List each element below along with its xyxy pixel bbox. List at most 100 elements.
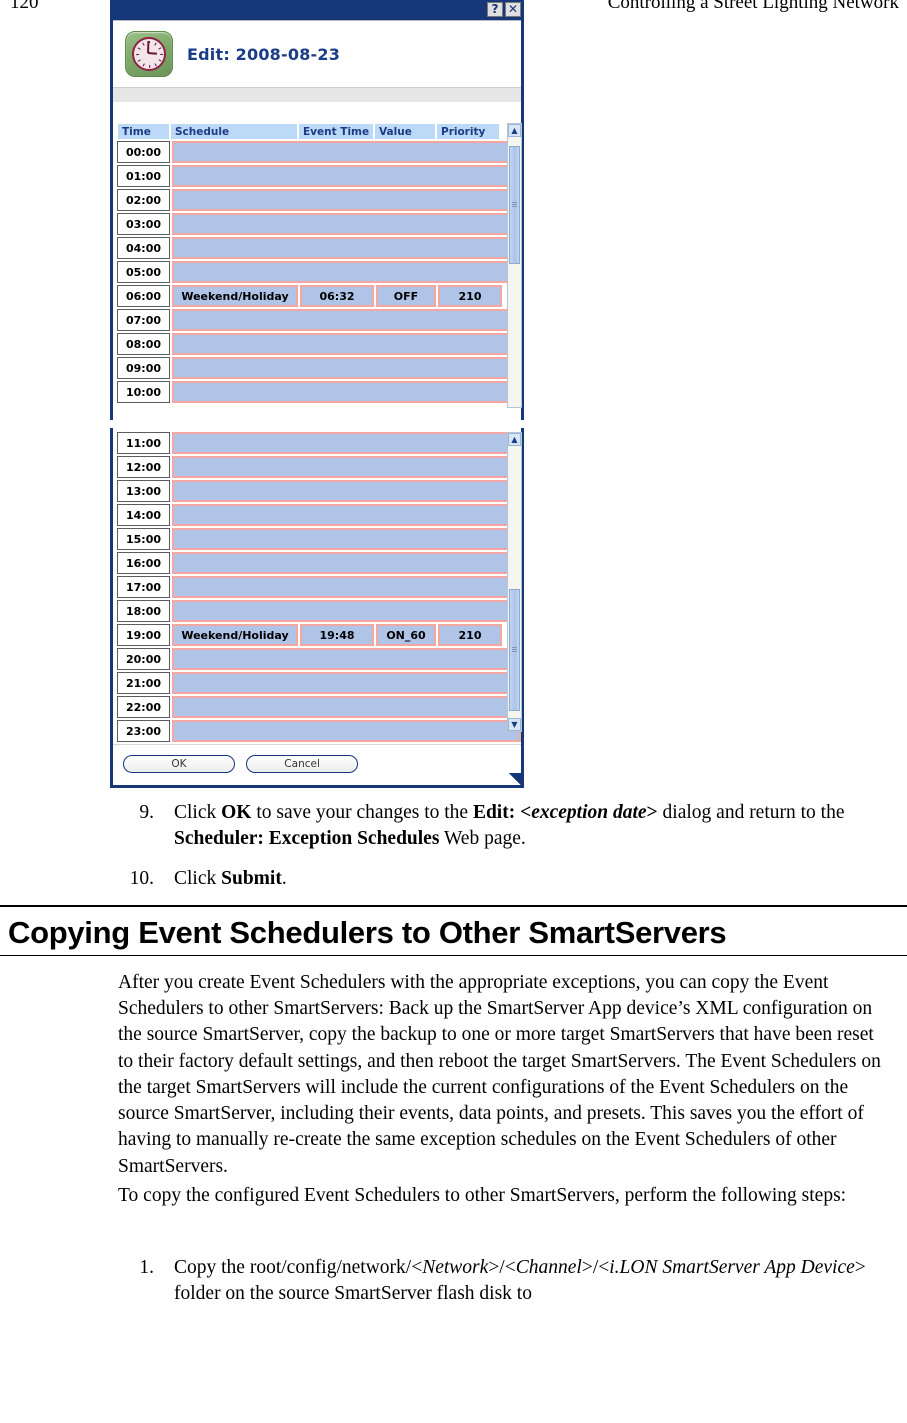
cell-empty[interactable] (172, 261, 521, 283)
table-row[interactable]: 08:00 (117, 333, 521, 355)
cell-empty[interactable] (172, 189, 521, 211)
column-header-event-time[interactable]: Event Time (298, 123, 374, 140)
cell-event-time[interactable]: 19:48 (300, 624, 374, 646)
text-bold: > (646, 802, 663, 823)
column-header-value[interactable]: Value (374, 123, 436, 140)
column-header-time[interactable]: Time (117, 123, 170, 140)
cell-empty[interactable] (172, 504, 521, 526)
page-title: Edit: 2008-08-23 (187, 44, 341, 64)
cell-empty[interactable] (172, 141, 521, 163)
cell-schedule[interactable]: Weekend/Holiday (172, 624, 298, 646)
cell-empty[interactable] (172, 552, 521, 574)
cell-time: 13:00 (117, 480, 170, 502)
clock-tick-marks (134, 39, 164, 69)
scrollbar-thumb[interactable] (509, 146, 520, 264)
schedule-grid-bottom: 11:00 12:00 13:00 14:00 15:00 16:00 17:00 18:00… (117, 432, 522, 742)
list-item-text: Click OK to save your changes to the Edi… (174, 800, 890, 852)
table-row[interactable]: 23:00 (117, 720, 521, 742)
cancel-button[interactable]: Cancel (246, 755, 359, 773)
dialog-button-bar: OK Cancel (113, 744, 521, 785)
text-italic: i.LON SmartServer App Device (609, 1257, 855, 1278)
cell-priority[interactable]: 210 (438, 624, 502, 646)
cell-empty[interactable] (172, 432, 521, 454)
cell-empty[interactable] (172, 528, 521, 550)
vertical-scrollbar-top[interactable]: ▲ (507, 123, 522, 408)
table-row[interactable]: 09:00 (117, 357, 521, 379)
cell-empty[interactable] (172, 720, 521, 742)
clock-icon (125, 31, 173, 77)
table-row[interactable]: 00:00 (117, 141, 521, 163)
table-row[interactable]: 15:00 (117, 528, 521, 550)
table-row[interactable]: 10:00 (117, 381, 521, 403)
table-row[interactable]: 16:00 (117, 552, 521, 574)
scroll-down-button[interactable]: ▼ (508, 718, 521, 731)
cell-empty[interactable] (172, 381, 521, 403)
table-row[interactable]: 06:00 Weekend/Holiday 06:32 OFF 210 (117, 285, 521, 307)
table-row[interactable]: 02:00 (117, 189, 521, 211)
scrollbar-thumb-bottom[interactable] (509, 589, 520, 711)
cell-schedule[interactable]: Weekend/Holiday (172, 285, 298, 307)
table-row[interactable]: 20:00 (117, 648, 521, 670)
dialog-header: Edit: 2008-08-23 (113, 20, 521, 87)
cell-time: 10:00 (117, 381, 170, 403)
column-header-priority[interactable]: Priority (436, 123, 500, 140)
table-row[interactable]: 21:00 (117, 672, 521, 694)
cell-empty[interactable] (172, 648, 521, 670)
ok-button[interactable]: OK (123, 755, 235, 773)
scroll-up-button[interactable]: ▲ (508, 124, 521, 137)
cell-time: 08:00 (117, 333, 170, 355)
table-row[interactable]: 14:00 (117, 504, 521, 526)
scroll-up-button-bottom[interactable]: ▲ (508, 433, 521, 446)
table-row[interactable]: 19:00 Weekend/Holiday 19:48 ON_60 210 (117, 624, 521, 646)
cell-time: 11:00 (117, 432, 170, 454)
help-icon[interactable]: ? (487, 2, 503, 17)
cell-priority[interactable]: 210 (438, 285, 502, 307)
vertical-scrollbar-bottom[interactable]: ▲ ▼ (507, 432, 522, 732)
table-row[interactable]: 17:00 (117, 576, 521, 598)
cell-time: 20:00 (117, 648, 170, 670)
text-bold-italic: exception date (531, 802, 647, 823)
table-row[interactable]: 11:00 (117, 432, 521, 454)
cell-empty[interactable] (172, 237, 521, 259)
cell-empty[interactable] (172, 333, 521, 355)
cell-event-time[interactable]: 06:32 (300, 285, 374, 307)
cell-time: 21:00 (117, 672, 170, 694)
table-row[interactable]: 22:00 (117, 696, 521, 718)
table-row[interactable]: 13:00 (117, 480, 521, 502)
cell-time: 09:00 (117, 357, 170, 379)
toolbar-strip (113, 87, 521, 103)
cell-empty[interactable] (172, 696, 521, 718)
cell-empty[interactable] (172, 165, 521, 187)
cell-empty[interactable] (172, 600, 521, 622)
cell-value[interactable]: ON_60 (376, 624, 436, 646)
cell-time: 00:00 (117, 141, 170, 163)
cell-time: 04:00 (117, 237, 170, 259)
edit-exception-dialog-top: ? ✕ Edit: 2008-08-23 Time Schedule Event… (110, 0, 524, 420)
table-row[interactable]: 01:00 (117, 165, 521, 187)
cell-empty[interactable] (172, 456, 521, 478)
table-row[interactable]: 05:00 (117, 261, 521, 283)
table-row[interactable]: 18:00 (117, 600, 521, 622)
cell-empty[interactable] (172, 309, 521, 331)
text-run: . (281, 868, 287, 890)
table-row[interactable]: 12:00 (117, 456, 521, 478)
text-run: Click (174, 802, 222, 823)
cell-empty[interactable] (172, 576, 521, 598)
close-icon[interactable]: ✕ (505, 2, 521, 17)
cell-time: 07:00 (117, 309, 170, 331)
dialog-body-bottom: 11:00 12:00 13:00 14:00 15:00 16:00 17:00 18:00… (113, 432, 522, 785)
table-row[interactable]: 07:00 (117, 309, 521, 331)
table-row[interactable]: 03:00 (117, 213, 521, 235)
resize-grip[interactable] (509, 773, 521, 785)
cell-empty[interactable] (172, 213, 521, 235)
dialog-body-top: Edit: 2008-08-23 Time Schedule Event Time V… (113, 20, 522, 408)
table-row[interactable]: 04:00 (117, 237, 521, 259)
column-header-schedule[interactable]: Schedule (170, 123, 298, 140)
cell-empty[interactable] (172, 357, 521, 379)
cell-empty[interactable] (172, 672, 521, 694)
cell-empty[interactable] (172, 480, 521, 502)
paragraph-steps-lead: To copy the configured Event Schedulers … (118, 1185, 847, 1206)
cell-time: 19:00 (117, 624, 170, 646)
cell-time: 03:00 (117, 213, 170, 235)
cell-value[interactable]: OFF (376, 285, 436, 307)
